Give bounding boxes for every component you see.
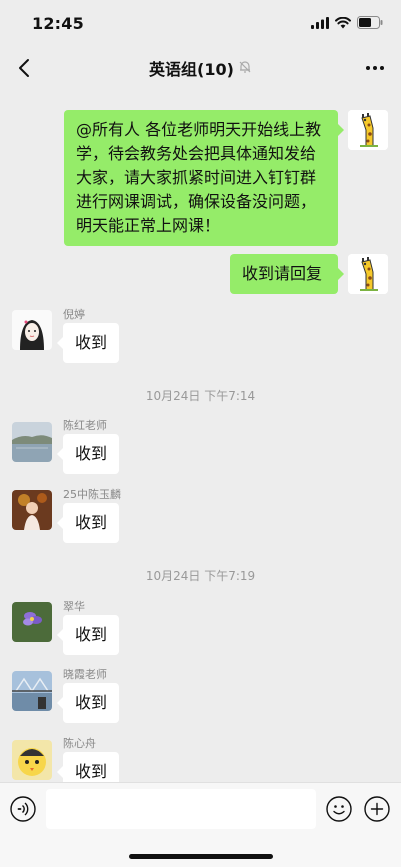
status-time: 12:45: [32, 13, 84, 33]
more-functions-button[interactable]: [363, 795, 391, 823]
message-text: 收到: [75, 513, 108, 532]
member-avatar[interactable]: [12, 422, 52, 462]
sender-name: 倪婷: [63, 308, 85, 321]
member-avatar[interactable]: [12, 740, 52, 780]
chat-title-text: 英语组(10): [149, 60, 234, 79]
giraffe-avatar-icon: [348, 254, 388, 294]
voice-icon: [10, 796, 36, 822]
status-bar: 12:45: [0, 0, 401, 46]
lake-avatar-icon: [12, 422, 52, 462]
more-options-button[interactable]: [363, 56, 387, 80]
message-bubble-incoming[interactable]: 收到: [56, 503, 120, 543]
message-bubble-incoming[interactable]: 收到: [56, 615, 120, 655]
flower-avatar-icon: [12, 602, 52, 642]
more-dots-icon: [366, 66, 384, 70]
member-avatar[interactable]: [12, 310, 52, 350]
wifi-icon: [335, 14, 351, 33]
sender-name: 25中陈玉麟: [63, 488, 121, 501]
message-bubble-incoming[interactable]: 收到: [56, 752, 120, 782]
message-text: @所有人 各位老师明天开始线上教学，待会教务处会把具体通知发给大家，请大家抓紧时…: [76, 120, 322, 235]
member-avatar[interactable]: [12, 490, 52, 530]
girl-avatar-icon: [12, 310, 52, 350]
message-text: 收到: [75, 762, 108, 781]
message-bubble-incoming[interactable]: 收到: [56, 434, 120, 474]
message-bubble-outgoing[interactable]: @所有人 各位老师明天开始线上教学，待会教务处会把具体通知发给大家，请大家抓紧时…: [64, 110, 344, 246]
sender-name: 陈心舟: [63, 737, 96, 750]
message-text: 收到: [75, 333, 108, 352]
voice-input-button[interactable]: [9, 795, 37, 823]
message-bubble-incoming[interactable]: 收到: [56, 683, 120, 723]
sender-name: 陈红老师: [63, 419, 107, 432]
home-indicator[interactable]: [129, 854, 273, 859]
giraffe-avatar-icon: [348, 110, 388, 150]
child-photo-avatar-icon: [12, 490, 52, 530]
back-button[interactable]: [10, 52, 38, 84]
member-avatar[interactable]: [12, 671, 52, 711]
nav-bar: 英语组(10): [0, 46, 401, 90]
message-text: 收到: [75, 625, 108, 644]
cartoon-chick-avatar-icon: [12, 740, 52, 780]
message-text: 收到: [75, 444, 108, 463]
sender-name: 翠华: [63, 600, 85, 613]
member-avatar[interactable]: [12, 602, 52, 642]
status-icons: [311, 14, 383, 33]
message-timestamp: 10月24日 下午7:14: [145, 389, 256, 403]
message-bubble-incoming[interactable]: 收到: [56, 323, 120, 363]
message-text: 收到请回复: [242, 264, 323, 283]
emoji-button[interactable]: [325, 795, 353, 823]
own-avatar[interactable]: [348, 254, 388, 294]
message-input[interactable]: [46, 789, 316, 829]
chat-area[interactable]: @所有人 各位老师明天开始线上教学，待会教务处会把具体通知发给大家，请大家抓紧时…: [0, 92, 401, 782]
sender-name: 晓霞老师: [63, 668, 107, 681]
message-timestamp: 10月24日 下午7:19: [145, 569, 256, 583]
plus-icon: [364, 796, 390, 822]
battery-icon: [357, 14, 383, 33]
emoji-icon: [326, 796, 352, 822]
bridge-avatar-icon: [12, 671, 52, 711]
message-text: 收到: [75, 693, 108, 712]
chevron-left-icon: [19, 59, 29, 77]
message-bubble-outgoing[interactable]: 收到请回复: [230, 254, 344, 294]
own-avatar[interactable]: [348, 110, 388, 150]
chat-title: 英语组(10): [149, 56, 252, 80]
signal-icon: [311, 14, 329, 33]
mute-bell-icon: [238, 59, 252, 78]
